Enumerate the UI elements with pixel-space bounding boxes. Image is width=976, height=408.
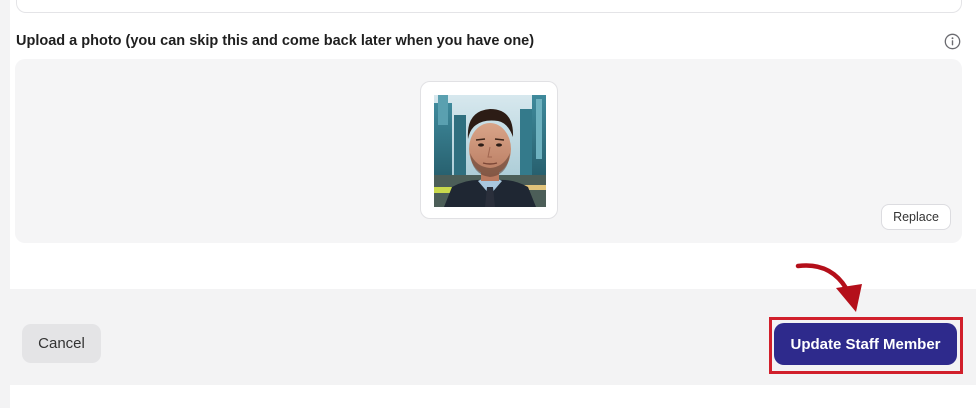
staff-photo: [434, 95, 546, 207]
update-staff-member-button[interactable]: Update Staff Member: [774, 323, 957, 365]
upload-photo-label: Upload a photo (you can skip this and co…: [16, 33, 535, 49]
replace-photo-button[interactable]: Replace: [881, 204, 951, 230]
cancel-button[interactable]: Cancel: [22, 324, 101, 363]
left-gutter: [0, 0, 10, 408]
curved-arrow-icon: [795, 263, 862, 312]
photo-preview-frame: [420, 81, 558, 219]
info-circle-icon[interactable]: [944, 33, 961, 50]
edit-staff-page: Upload a photo (you can skip this and co…: [0, 0, 976, 408]
previous-card-edge: [16, 0, 962, 13]
